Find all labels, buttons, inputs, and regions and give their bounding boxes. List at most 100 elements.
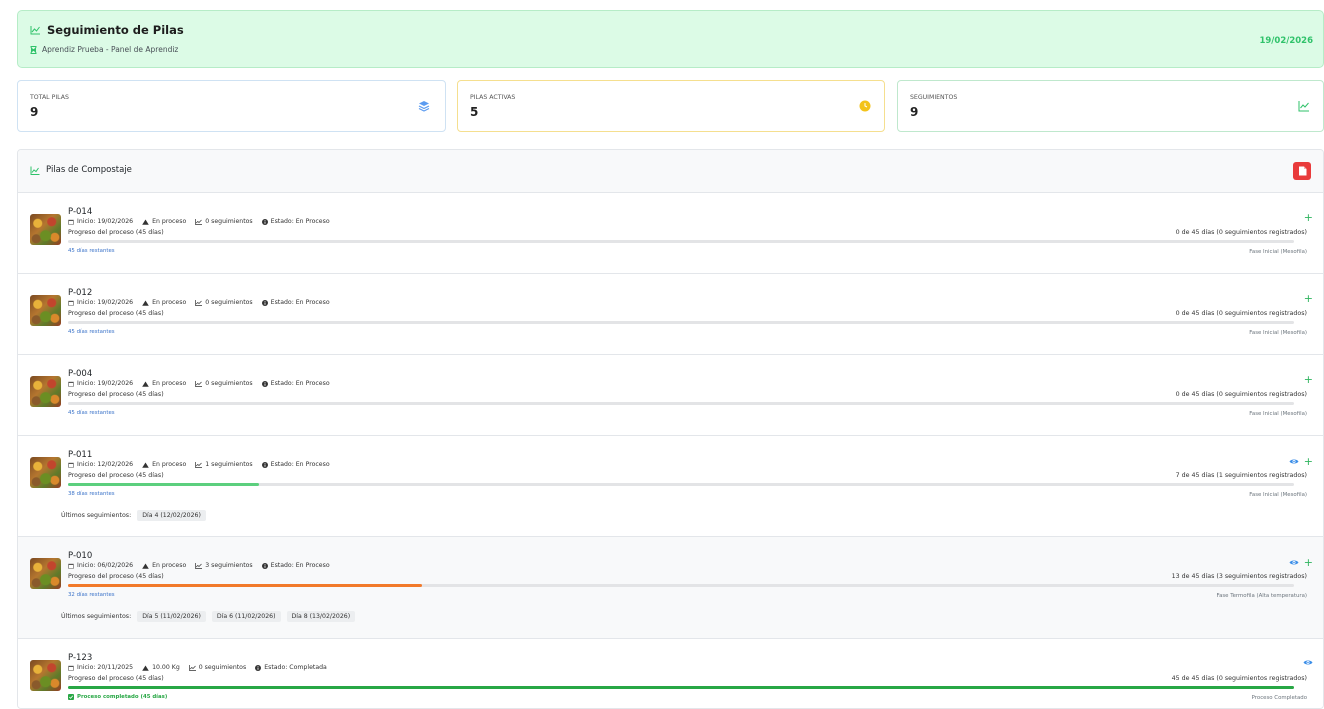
progress-summary: 13 de 45 días (3 seguimientos registrado…	[1171, 573, 1307, 580]
meta-seguimientos-text: 0 seguimientos	[205, 218, 253, 225]
pile-row: P-012 Inicio: 19/02/2026 En proceso 0 segui…	[18, 274, 1323, 355]
pile-id: P-011	[68, 450, 93, 460]
meta-estado-corto-text: En proceso	[152, 562, 187, 569]
pile-row: P-011 Inicio: 12/02/2026 En proceso 1 segui…	[18, 436, 1323, 537]
seguimiento-chip[interactable]: Día 8 (13/02/2026)	[286, 611, 356, 622]
chart-line-icon	[195, 380, 203, 387]
mountain-icon	[142, 563, 149, 569]
progress-track	[68, 483, 1294, 486]
meta-inicio-text: Inicio: 19/02/2026	[77, 218, 134, 225]
stat-card-total-pilas: TOTAL PILAS 9	[17, 80, 446, 132]
meta-inicio-text: Inicio: 06/02/2026	[77, 562, 134, 569]
process-phase: Fase Inicial (Mesofila)	[1249, 411, 1307, 417]
chart-line-icon	[195, 562, 203, 569]
page-header: Seguimiento de Pilas Aprendiz Prueba - P…	[17, 10, 1324, 68]
pile-meta: Inicio: 19/02/2026 En proceso 0 seguimient…	[68, 218, 339, 225]
progress-label: Progreso del proceso (45 días)	[68, 229, 164, 236]
pile-id: P-012	[68, 288, 93, 298]
meta-seguimientos: 0 seguimientos	[188, 664, 247, 671]
pile-thumbnail	[30, 457, 61, 488]
progress-label: Progreso del proceso (45 días)	[68, 573, 164, 580]
days-remaining: 45 días restantes	[68, 248, 115, 254]
progress-fill	[68, 686, 1294, 689]
meta-estado-corto: En proceso	[142, 461, 186, 468]
progress-track	[68, 321, 1294, 324]
view-button[interactable]	[1289, 559, 1299, 566]
stat-label: PILAS ACTIVAS	[470, 94, 516, 101]
info-icon	[261, 562, 268, 569]
pile-meta: Inicio: 06/02/2026 En proceso 3 seguimient…	[68, 562, 339, 569]
progress-label: Progreso del proceso (45 días)	[68, 391, 164, 398]
pile-actions	[1303, 659, 1313, 666]
meta-estado-corto: En proceso	[142, 299, 186, 306]
progress-track	[68, 240, 1294, 243]
meta-estado-text: Estado: En Proceso	[270, 562, 330, 569]
calendar-icon	[68, 219, 74, 225]
chart-line-icon	[195, 299, 203, 306]
export-pdf-button[interactable]	[1293, 162, 1311, 180]
calendar-icon	[68, 665, 74, 671]
pile-actions: +	[1304, 212, 1313, 223]
mountain-icon	[142, 665, 149, 671]
meta-seguimientos-text: 0 seguimientos	[205, 299, 253, 306]
add-seguimiento-button[interactable]: +	[1304, 557, 1313, 568]
chart-line-icon	[30, 166, 40, 175]
progress-summary: 0 de 45 días (0 seguimientos registrados…	[1175, 229, 1307, 236]
meta-seguimientos: 1 seguimientos	[195, 461, 253, 468]
seguimiento-chip[interactable]: Día 4 (12/02/2026)	[137, 510, 206, 521]
meta-inicio: Inicio: 19/02/2026	[68, 299, 133, 306]
pile-id: P-010	[68, 551, 93, 561]
pile-actions: +	[1289, 456, 1313, 467]
meta-estado-corto-text: 10.00 Kg	[152, 664, 180, 671]
progress-label: Progreso del proceso (45 días)	[68, 310, 164, 317]
pile-actions: +	[1289, 557, 1313, 568]
pile-actions: +	[1304, 293, 1313, 304]
process-phase: Fase Termofila (Alta temperatura)	[1216, 593, 1307, 599]
add-seguimiento-button[interactable]: +	[1304, 456, 1313, 467]
info-icon	[261, 218, 268, 225]
days-remaining: Proceso completado (45 días)	[68, 694, 167, 700]
chart-line-icon	[195, 461, 203, 468]
pile-thumbnail	[30, 295, 61, 326]
seguimiento-chip[interactable]: Día 5 (11/02/2026)	[137, 611, 206, 622]
meta-seguimientos: 0 seguimientos	[195, 299, 253, 306]
pile-meta: Inicio: 20/11/2025 10.00 Kg 0 seguimientos…	[68, 664, 336, 671]
stat-card-seguimientos: SEGUIMIENTOS 9	[897, 80, 1324, 132]
view-button[interactable]	[1303, 659, 1313, 666]
info-icon	[255, 664, 262, 671]
progress-track	[68, 584, 1294, 587]
meta-estado-text: Estado: En Proceso	[270, 218, 330, 225]
layers-icon	[418, 101, 430, 112]
pile-thumbnail	[30, 660, 61, 691]
meta-estado-corto-text: En proceso	[152, 218, 187, 225]
info-icon	[261, 380, 268, 387]
progress-label: Progreso del proceso (45 días)	[68, 675, 164, 682]
meta-inicio-text: Inicio: 12/02/2026	[77, 461, 134, 468]
page-title: Seguimiento de Pilas	[47, 23, 184, 37]
progress-summary: 0 de 45 días (0 seguimientos registrados…	[1175, 310, 1307, 317]
seguimiento-chip[interactable]: Día 6 (11/02/2026)	[211, 611, 281, 622]
add-seguimiento-button[interactable]: +	[1304, 293, 1313, 304]
meta-estado-corto: En proceso	[142, 380, 186, 387]
meta-seguimientos-text: 0 seguimientos	[205, 380, 253, 387]
pile-thumbnail	[30, 214, 61, 245]
meta-estado-text: Estado: En Proceso	[270, 299, 330, 306]
chart-line-icon	[188, 664, 196, 671]
add-seguimiento-button[interactable]: +	[1304, 374, 1313, 385]
days-remaining: 38 días restantes	[68, 491, 115, 497]
view-button[interactable]	[1289, 458, 1299, 465]
days-remaining: 45 días restantes	[68, 329, 115, 335]
meta-inicio: Inicio: 06/02/2026	[68, 562, 133, 569]
meta-estado: Estado: En Proceso	[261, 299, 330, 306]
calendar-icon	[68, 462, 74, 468]
progress-fill	[68, 483, 260, 486]
progress-track	[68, 686, 1294, 689]
chart-line-icon	[1298, 101, 1309, 112]
meta-estado-text: Estado: Completada	[264, 664, 327, 671]
add-seguimiento-button[interactable]: +	[1304, 212, 1313, 223]
mountain-icon	[142, 300, 149, 306]
meta-seguimientos-text: 0 seguimientos	[198, 664, 247, 671]
panel-title-row: Pilas de Compostaje	[30, 165, 132, 175]
pile-id: P-004	[68, 369, 93, 379]
meta-estado-corto-text: En proceso	[152, 299, 187, 306]
